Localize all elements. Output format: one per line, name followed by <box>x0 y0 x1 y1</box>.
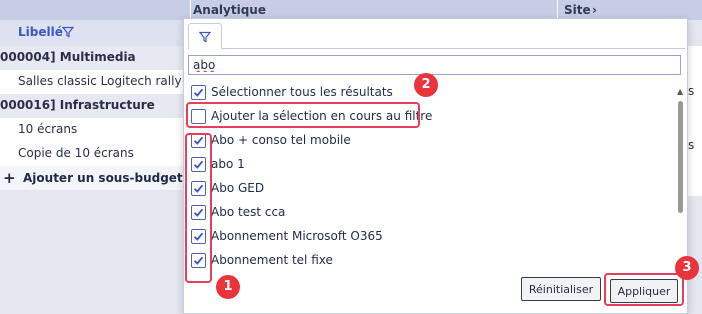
select-all-label: Sélectionner tous les résultats <box>211 85 393 99</box>
add-subbudget-button[interactable]: + Ajouter un sous-budget <box>0 166 190 190</box>
row-label: 10 écrans <box>18 122 78 136</box>
option-label: Abo + conso tel mobile <box>211 133 351 147</box>
annotation-marker-2: 2 <box>414 73 438 97</box>
highlight-box-add-selection <box>186 102 420 128</box>
column-site[interactable]: Site <box>564 0 591 20</box>
libelle-column-header: Libellé <box>0 20 190 46</box>
option-label: Abonnement tel fixe <box>211 253 333 267</box>
check-icon <box>193 88 204 97</box>
add-subbudget-label: Ajouter un sous-budget <box>23 171 183 185</box>
scrollbar-thumb[interactable] <box>678 101 683 213</box>
highlight-box-apply <box>604 273 684 306</box>
column-separator <box>557 0 558 20</box>
highlight-box-checkboxes <box>185 133 212 283</box>
options-scrollbar[interactable]: ▲ ▼ <box>675 83 685 283</box>
option-item[interactable]: Abonnement tel fixe <box>191 251 333 269</box>
checkbox[interactable] <box>191 84 206 100</box>
option-label: Abonnement Microsoft O365 <box>211 229 383 243</box>
filter-popup: Sélectionner tous les résultats Ajouter … <box>183 18 688 314</box>
site-column-fragment: s s <box>688 46 702 196</box>
tab-divider <box>222 48 685 49</box>
row-label: Copie de 10 écrans <box>18 146 134 160</box>
annotation-marker-1: 1 <box>216 275 240 299</box>
table-row[interactable]: 10 écrans <box>0 118 190 142</box>
filter-icon[interactable] <box>62 26 74 38</box>
option-label: Abo GED <box>211 181 265 195</box>
option-item[interactable]: Abonnement Microsoft O365 <box>191 227 383 245</box>
search-input[interactable] <box>188 55 681 75</box>
select-all-checkbox[interactable]: Sélectionner tous les résultats <box>191 83 393 101</box>
filter-tab[interactable] <box>188 23 222 49</box>
table-row[interactable]: 000004] Multimedia <box>0 46 190 70</box>
option-item[interactable]: Abo + conso tel mobile <box>191 131 351 149</box>
table-row[interactable]: 000016] Infrastructure <box>0 94 190 118</box>
plus-icon: + <box>3 169 16 187</box>
annotation-marker-3: 3 <box>675 256 699 280</box>
column-analytique[interactable]: Analytique <box>193 0 266 20</box>
chevron-right-icon[interactable]: › <box>592 0 597 20</box>
option-label: abo 1 <box>211 157 245 171</box>
row-label: Salles classic Logitech rally+ éc <box>18 74 190 88</box>
table-row[interactable]: Salles classic Logitech rally+ éc <box>0 70 190 94</box>
cell-fragment: s <box>688 84 695 98</box>
column-libelle[interactable]: Libellé <box>18 25 63 39</box>
table-row[interactable]: Copie de 10 écrans <box>0 142 190 166</box>
cell-fragment: s <box>688 138 695 152</box>
row-label: 000016] Infrastructure <box>0 98 155 112</box>
scroll-up-icon[interactable]: ▲ <box>677 87 683 96</box>
column-separator <box>190 0 191 20</box>
filter-icon <box>199 31 211 43</box>
grid-header: Analytique Site › <box>0 0 702 20</box>
option-label: Abo test cca <box>211 205 286 219</box>
row-label: 000004] Multimedia <box>0 50 136 64</box>
reset-button[interactable]: Réinitialiser <box>521 277 601 301</box>
